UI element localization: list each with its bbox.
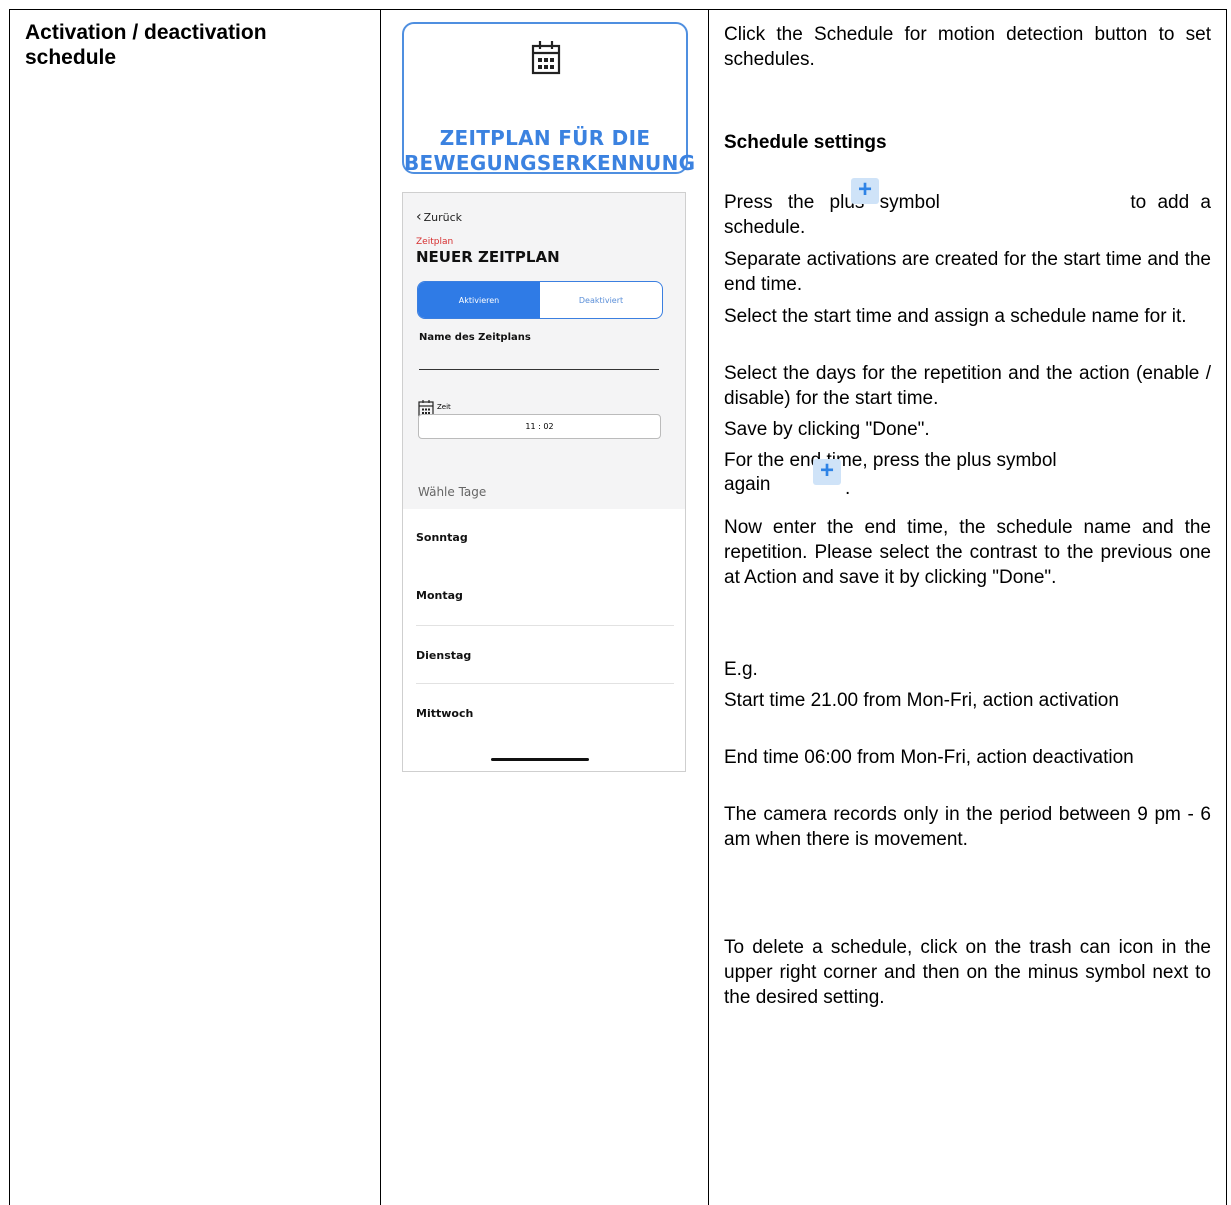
screen-title: NEUER ZEITPLAN [416,248,560,266]
schedule-name-label: Name des Zeitplans [419,332,531,343]
column-divider [380,9,381,1205]
enter-end-text: Now enter the end time, the schedule nam… [724,517,1211,588]
again-dot: . [845,478,851,499]
time-picker[interactable]: 11 : 02 [418,414,661,439]
back-label: Zurück [423,211,463,224]
eg-result-text: The camera records only in the period be… [724,804,1211,850]
day-item-sonntag[interactable]: Sonntag [416,531,468,544]
card-label-line1: ZEITPLAN FÜR DIE [439,126,651,150]
end-time-text: For the end time, press the plus symbol [724,450,1057,471]
save-text: Save by clicking "Done". [724,419,930,440]
toggle-activate[interactable]: Aktivieren [418,282,540,318]
toggle-deactivate[interactable]: Deaktiviert [540,282,662,318]
section-title: Activation / deactivation schedule [25,21,267,69]
divider [416,683,674,684]
motion-schedule-button[interactable]: ZEITPLAN FÜR DIE BEWEGUNGSERKENNUNG [402,22,696,176]
section-label: Zeitplan [416,237,454,247]
eg-label: E.g. [724,659,758,680]
plus-icon: + [813,459,841,485]
plus-text-after-cont: schedule. [724,217,806,238]
delete-text: To delete a schedule, click on the trash… [724,937,1211,1008]
eg-start-text: Start time 21.00 from Mon-Fri, action ac… [724,690,1119,711]
days-label: Wähle Tage [418,485,487,499]
again-text: again [724,472,1211,497]
card-label-line2: BEWEGUNGSERKENNUNG [404,151,696,175]
schedule-settings-heading: Schedule settings [724,132,887,153]
eg-end-text: End time 06:00 from Mon-Fri, action deac… [724,747,1134,768]
day-item-montag[interactable]: Montag [416,589,463,602]
home-indicator [491,758,589,761]
plus-text-after: to add a [1130,192,1211,213]
plus-icon: + [851,178,879,204]
action-toggle: Aktivieren Deaktiviert [417,281,663,319]
again-label: again [724,474,771,495]
phone-screenshot: ‹ Zurück Zeitplan NEUER ZEITPLAN Aktivier… [402,192,686,772]
separate-text: Separate activations are created for the… [724,249,1211,295]
day-item-dienstag[interactable]: Dienstag [416,649,471,662]
calendar-icon [531,39,561,82]
back-button[interactable]: ‹ Zurück [416,209,462,225]
motion-schedule-button-label: ZEITPLAN FÜR DIE BEWEGUNGSERKENNUNG [404,126,696,176]
day-item-mittwoch[interactable]: Mittwoch [416,707,473,720]
chevron-left-icon: ‹ [416,209,422,225]
time-label: Zeit [437,403,451,411]
select-days-text: Select the days for the repetition and t… [724,363,1211,409]
schedule-name-field[interactable] [419,369,659,370]
column-divider [708,9,709,1205]
intro-text: Click the Schedule for motion detection … [724,24,1211,70]
plus-text-after-container: to add a [903,190,1211,215]
divider [416,625,674,626]
select-start-text: Select the start time and assign a sched… [724,306,1187,327]
